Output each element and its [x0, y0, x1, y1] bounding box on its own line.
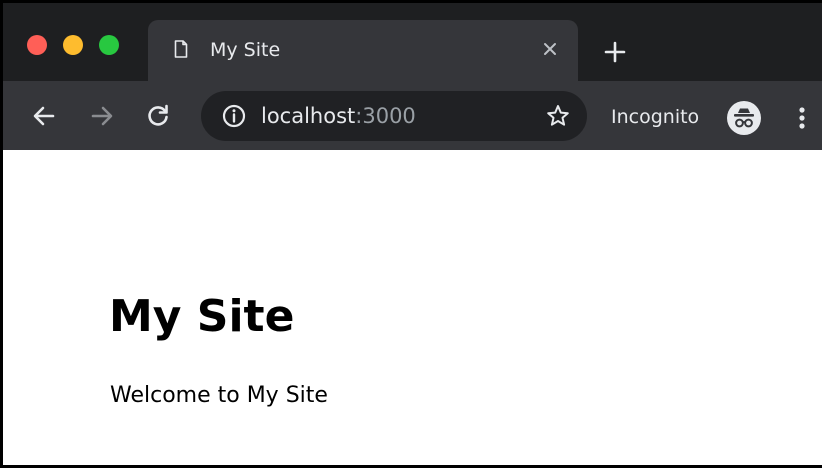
page-welcome-text: Welcome to My Site: [110, 383, 328, 408]
url-port: :3000: [355, 104, 416, 128]
reload-icon[interactable]: [145, 103, 171, 129]
url-host: localhost: [261, 104, 356, 128]
page-content: My Site Welcome to My Site: [3, 150, 822, 465]
star-icon[interactable]: [545, 103, 571, 129]
incognito-label[interactable]: Incognito: [611, 104, 699, 130]
close-icon[interactable]: [540, 39, 560, 59]
url-text: localhost:3000: [261, 103, 416, 129]
arrow-left-icon[interactable]: [31, 103, 57, 129]
tab-my-site[interactable]: My Site: [148, 20, 578, 81]
incognito-icon[interactable]: [727, 101, 761, 135]
tab-strip: My Site: [3, 3, 822, 81]
more-vert-icon[interactable]: [795, 105, 809, 131]
zoom-window-button[interactable]: [99, 35, 119, 55]
browser-window: My Site localhost:3000 Incognito My Site…: [0, 0, 822, 468]
arrow-right-icon[interactable]: [89, 103, 115, 129]
minimize-window-button[interactable]: [63, 35, 83, 55]
document-icon: [174, 40, 188, 58]
tab-title: My Site: [210, 39, 281, 61]
address-bar[interactable]: localhost:3000: [201, 91, 587, 141]
info-icon[interactable]: [221, 103, 247, 129]
close-window-button[interactable]: [27, 35, 47, 55]
plus-icon[interactable]: [603, 40, 627, 64]
page-heading: My Site: [109, 291, 295, 342]
